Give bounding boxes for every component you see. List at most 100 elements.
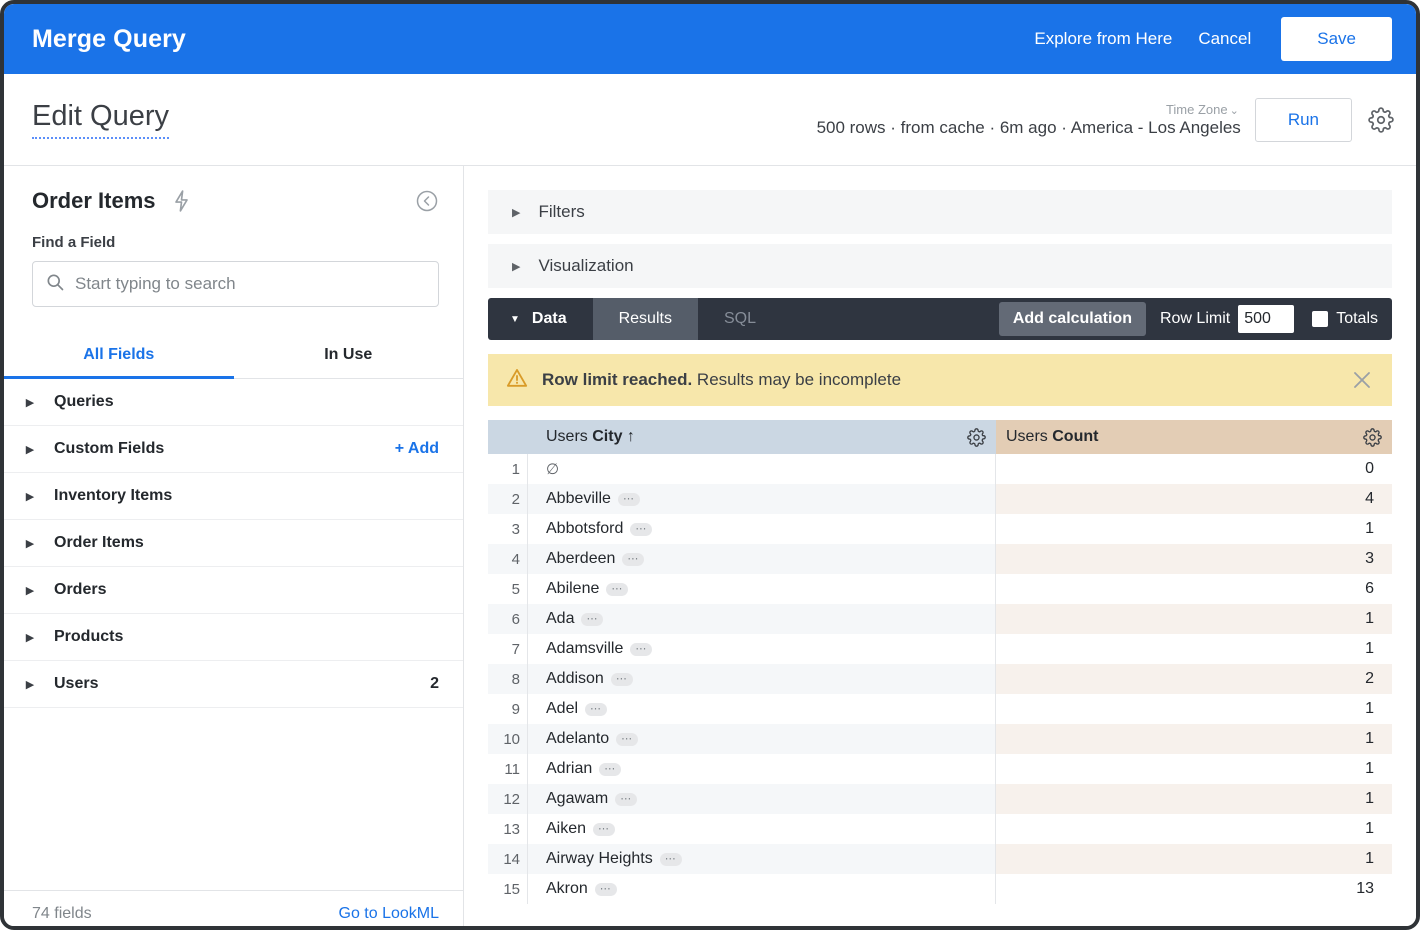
cell-users-count[interactable]: 1 <box>996 814 1392 844</box>
cell-actions-ellipsis-icon[interactable]: ⋯ <box>616 733 638 746</box>
table-row[interactable]: 14Airway Heights⋯1 <box>488 844 1392 874</box>
collapse-sidebar-icon[interactable] <box>415 189 439 213</box>
cell-users-city[interactable]: Akron⋯ <box>528 874 996 904</box>
visualization-accordion[interactable]: ▶ Visualization <box>488 244 1392 288</box>
cell-users-count[interactable]: 1 <box>996 724 1392 754</box>
table-row[interactable]: 5Abilene⋯6 <box>488 574 1392 604</box>
explore-from-here-link[interactable]: Explore from Here <box>1034 29 1172 49</box>
cell-actions-ellipsis-icon[interactable]: ⋯ <box>595 883 617 896</box>
tab-in-use[interactable]: In Use <box>234 333 464 379</box>
row-limit-input[interactable] <box>1238 305 1294 333</box>
table-row[interactable]: 1∅0 <box>488 454 1392 484</box>
field-group-inventory-items[interactable]: ▶ Inventory Items <box>4 473 463 520</box>
run-button[interactable]: Run <box>1255 98 1352 142</box>
query-settings-gear-icon[interactable] <box>1366 105 1396 135</box>
cell-users-count[interactable]: 4 <box>996 484 1392 514</box>
cell-users-city[interactable]: Adelanto⋯ <box>528 724 996 754</box>
table-row[interactable]: 6Ada⋯1 <box>488 604 1392 634</box>
column-settings-gear-icon[interactable] <box>1363 428 1382 447</box>
save-button[interactable]: Save <box>1281 17 1392 61</box>
cell-users-city[interactable]: Abbeville⋯ <box>528 484 996 514</box>
cell-users-count[interactable]: 2 <box>996 664 1392 694</box>
cell-actions-ellipsis-icon[interactable]: ⋯ <box>585 703 607 716</box>
cell-users-city[interactable]: ∅ <box>528 454 996 484</box>
totals-checkbox[interactable] <box>1312 311 1328 327</box>
cell-users-city[interactable]: Abbotsford⋯ <box>528 514 996 544</box>
cell-users-count[interactable]: 3 <box>996 544 1392 574</box>
add-custom-field-link[interactable]: + Add <box>395 440 439 458</box>
cell-users-count[interactable]: 1 <box>996 754 1392 784</box>
cell-users-count[interactable]: 6 <box>996 574 1392 604</box>
field-group-users[interactable]: ▶ Users 2 <box>4 661 463 708</box>
table-row[interactable]: 11Adrian⋯1 <box>488 754 1392 784</box>
search-input[interactable] <box>75 274 426 294</box>
cell-users-city[interactable]: Adel⋯ <box>528 694 996 724</box>
cell-users-count[interactable]: 1 <box>996 784 1392 814</box>
cell-users-city[interactable]: Abilene⋯ <box>528 574 996 604</box>
add-calculation-button[interactable]: Add calculation <box>999 302 1146 336</box>
table-row[interactable]: 13Aiken⋯1 <box>488 814 1392 844</box>
cell-actions-ellipsis-icon[interactable]: ⋯ <box>606 583 628 596</box>
cell-actions-ellipsis-icon[interactable]: ⋯ <box>615 793 637 806</box>
tab-results[interactable]: Results <box>593 298 698 340</box>
column-settings-gear-icon[interactable] <box>967 428 986 447</box>
field-group-queries[interactable]: ▶ Queries <box>4 379 463 426</box>
table-row[interactable]: 12Agawam⋯1 <box>488 784 1392 814</box>
cell-users-count[interactable]: 1 <box>996 694 1392 724</box>
column-header-users-city[interactable]: Users City ↑ <box>528 420 996 454</box>
field-search-box[interactable] <box>32 261 439 307</box>
cell-users-city[interactable]: Adrian⋯ <box>528 754 996 784</box>
cell-users-city[interactable]: Agawam⋯ <box>528 784 996 814</box>
table-row[interactable]: 15Akron⋯13 <box>488 874 1392 904</box>
table-row[interactable]: 9Adel⋯1 <box>488 694 1392 724</box>
explore-name: Order Items <box>32 188 156 214</box>
tab-all-fields[interactable]: All Fields <box>4 333 234 379</box>
cancel-link[interactable]: Cancel <box>1198 29 1251 49</box>
expand-triangle-icon: ▶ <box>22 396 38 409</box>
cell-users-city[interactable]: Aberdeen⋯ <box>528 544 996 574</box>
cell-users-count[interactable]: 1 <box>996 604 1392 634</box>
field-group-label: Queries <box>54 393 114 411</box>
cell-actions-ellipsis-icon[interactable]: ⋯ <box>593 823 615 836</box>
lightning-bolt-icon[interactable] <box>172 190 191 212</box>
filters-accordion[interactable]: ▶ Filters <box>488 190 1392 234</box>
table-row[interactable]: 7Adamsville⋯1 <box>488 634 1392 664</box>
time-zone-selector[interactable]: Time Zone⌄ <box>1166 102 1239 117</box>
cell-actions-ellipsis-icon[interactable]: ⋯ <box>622 553 644 566</box>
page-title[interactable]: Edit Query <box>32 100 169 139</box>
cell-actions-ellipsis-icon[interactable]: ⋯ <box>630 523 652 536</box>
table-row[interactable]: 8Addison⋯2 <box>488 664 1392 694</box>
tab-data[interactable]: ▼ Data <box>488 298 593 340</box>
totals-toggle[interactable]: Totals <box>1312 310 1378 328</box>
cell-users-count[interactable]: 0 <box>996 454 1392 484</box>
cell-actions-ellipsis-icon[interactable]: ⋯ <box>599 763 621 776</box>
table-row[interactable]: 4Aberdeen⋯3 <box>488 544 1392 574</box>
cell-actions-ellipsis-icon[interactable]: ⋯ <box>660 853 682 866</box>
cell-users-city[interactable]: Ada⋯ <box>528 604 996 634</box>
field-group-custom-fields[interactable]: ▶ Custom Fields + Add <box>4 426 463 473</box>
visualization-label: Visualization <box>538 256 633 276</box>
cell-users-count[interactable]: 1 <box>996 844 1392 874</box>
field-group-orders[interactable]: ▶ Orders <box>4 567 463 614</box>
field-group-products[interactable]: ▶ Products <box>4 614 463 661</box>
table-row[interactable]: 10Adelanto⋯1 <box>488 724 1392 754</box>
go-to-lookml-link[interactable]: Go to LookML <box>339 905 440 923</box>
cell-actions-ellipsis-icon[interactable]: ⋯ <box>611 673 633 686</box>
cell-users-count[interactable]: 1 <box>996 514 1392 544</box>
cell-actions-ellipsis-icon[interactable]: ⋯ <box>618 493 640 506</box>
cell-users-count[interactable]: 13 <box>996 874 1392 904</box>
cell-users-city[interactable]: Airway Heights⋯ <box>528 844 996 874</box>
close-icon[interactable] <box>1350 368 1374 392</box>
cell-users-city[interactable]: Adamsville⋯ <box>528 634 996 664</box>
field-group-order-items[interactable]: ▶ Order Items <box>4 520 463 567</box>
cell-users-city[interactable]: Aiken⋯ <box>528 814 996 844</box>
cell-users-city[interactable]: Addison⋯ <box>528 664 996 694</box>
table-row[interactable]: 2Abbeville⋯4 <box>488 484 1392 514</box>
tab-sql[interactable]: SQL <box>698 298 782 340</box>
table-row[interactable]: 3Abbotsford⋯1 <box>488 514 1392 544</box>
cell-actions-ellipsis-icon[interactable]: ⋯ <box>630 643 652 656</box>
cell-actions-ellipsis-icon[interactable]: ⋯ <box>581 613 603 626</box>
column-header-users-count[interactable]: Users Count <box>996 420 1392 454</box>
cell-users-count[interactable]: 1 <box>996 634 1392 664</box>
row-number: 1 <box>488 454 528 484</box>
